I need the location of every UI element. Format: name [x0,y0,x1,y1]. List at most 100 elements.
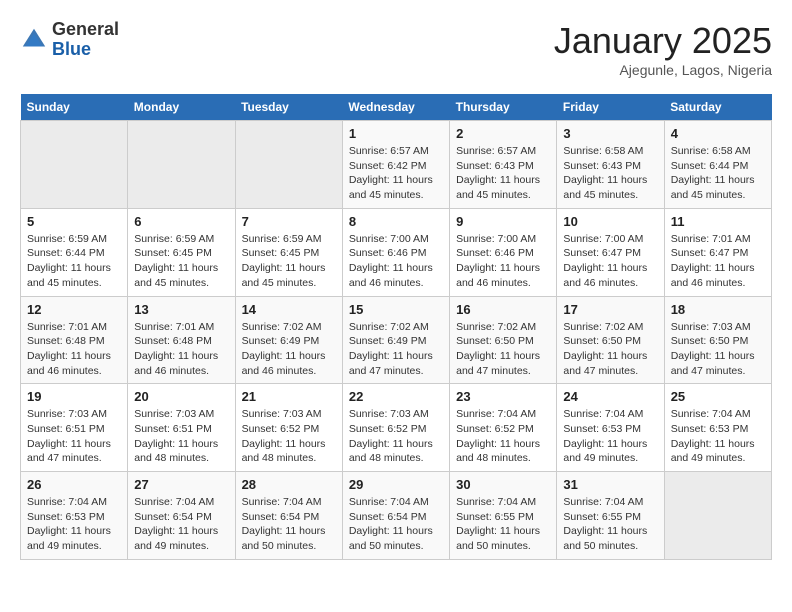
calendar-cell: 3Sunrise: 6:58 AMSunset: 6:43 PMDaylight… [557,121,664,209]
day-info: Sunrise: 7:04 AMSunset: 6:53 PMDaylight:… [27,495,121,554]
calendar-cell: 30Sunrise: 7:04 AMSunset: 6:55 PMDayligh… [450,472,557,560]
calendar-cell: 21 Sunrise: 7:03 AMSunset: 6:52 PMDayligh… [235,384,342,472]
calendar-week-4: 19 Sunrise: 7:03 AMSunset: 6:51 PMDayligh… [21,384,772,472]
weekday-header-sunday: Sunday [21,94,128,121]
weekday-header-monday: Monday [128,94,235,121]
day-number: 29 [349,477,443,492]
day-number: 31 [563,477,657,492]
calendar-cell: 28 Sunrise: 7:04 AMSunset: 6:54 PMDayligh… [235,472,342,560]
weekday-header-thursday: Thursday [450,94,557,121]
calendar-cell [235,121,342,209]
day-info: Sunrise: 7:04 AMSunset: 6:53 PMDaylight:… [563,407,657,466]
day-info: Sunrise: 7:02 AMSunset: 6:50 PMDaylight:… [563,320,657,379]
day-number: 13 [134,302,228,317]
day-info: Sunrise: 7:01 AMSunset: 6:48 PMDaylight:… [27,320,121,379]
day-info: Sunrise: 7:02 AMSunset: 6:50 PMDaylight:… [456,320,550,379]
logo: General Blue [20,20,119,60]
calendar-cell: 1Sunrise: 6:57 AMSunset: 6:42 PMDaylight… [342,121,449,209]
weekday-header-wednesday: Wednesday [342,94,449,121]
day-number: 25 [671,389,765,404]
day-info: Sunrise: 7:03 AMSunset: 6:51 PMDaylight:… [134,407,228,466]
weekday-header-row: SundayMondayTuesdayWednesdayThursdayFrid… [21,94,772,121]
logo-blue: Blue [52,39,91,59]
calendar-table: SundayMondayTuesdayWednesdayThursdayFrid… [20,94,772,560]
day-number: 26 [27,477,121,492]
day-number: 9 [456,214,550,229]
weekday-header-friday: Friday [557,94,664,121]
day-info: Sunrise: 7:01 AMSunset: 6:47 PMDaylight:… [671,232,765,291]
day-info: Sunrise: 6:59 AMSunset: 6:45 PMDaylight:… [134,232,228,291]
day-info: Sunrise: 7:04 AMSunset: 6:52 PMDaylight:… [456,407,550,466]
calendar-cell: 27Sunrise: 7:04 AMSunset: 6:54 PMDayligh… [128,472,235,560]
day-info: Sunrise: 7:02 AMSunset: 6:49 PMDaylight:… [242,320,336,379]
day-info: Sunrise: 7:03 AMSunset: 6:52 PMDaylight:… [242,407,336,466]
day-info: Sunrise: 7:03 AMSunset: 6:51 PMDaylight:… [27,407,121,466]
day-number: 5 [27,214,121,229]
day-info: Sunrise: 7:04 AMSunset: 6:54 PMDaylight:… [134,495,228,554]
calendar-cell: 18Sunrise: 7:03 AMSunset: 6:50 PMDayligh… [664,296,771,384]
day-number: 10 [563,214,657,229]
day-number: 1 [349,126,443,141]
calendar-cell: 12 Sunrise: 7:01 AMSunset: 6:48 PMDayligh… [21,296,128,384]
calendar-cell: 7 Sunrise: 6:59 AMSunset: 6:45 PMDaylight… [235,208,342,296]
day-number: 17 [563,302,657,317]
calendar-cell: 6Sunrise: 6:59 AMSunset: 6:45 PMDaylight… [128,208,235,296]
day-number: 15 [349,302,443,317]
calendar-cell [128,121,235,209]
weekday-header-tuesday: Tuesday [235,94,342,121]
weekday-header-saturday: Saturday [664,94,771,121]
calendar-cell: 23 Sunrise: 7:04 AMSunset: 6:52 PMDayligh… [450,384,557,472]
calendar-cell: 31 Sunrise: 7:04 AMSunset: 6:55 PMDayligh… [557,472,664,560]
calendar-week-1: 1Sunrise: 6:57 AMSunset: 6:42 PMDaylight… [21,121,772,209]
month-title: January 2025 [554,20,772,62]
calendar-cell: 16 Sunrise: 7:02 AMSunset: 6:50 PMDayligh… [450,296,557,384]
calendar-cell: 4 Sunrise: 6:58 AMSunset: 6:44 PMDaylight… [664,121,771,209]
day-number: 11 [671,214,765,229]
day-number: 22 [349,389,443,404]
calendar-cell: 2Sunrise: 6:57 AMSunset: 6:43 PMDaylight… [450,121,557,209]
day-info: Sunrise: 6:57 AMSunset: 6:43 PMDaylight:… [456,144,550,203]
day-number: 12 [27,302,121,317]
day-info: Sunrise: 6:59 AMSunset: 6:45 PMDaylight:… [242,232,336,291]
day-info: Sunrise: 7:02 AMSunset: 6:49 PMDaylight:… [349,320,443,379]
day-info: Sunrise: 7:04 AMSunset: 6:54 PMDaylight:… [242,495,336,554]
day-number: 18 [671,302,765,317]
day-info: Sunrise: 6:58 AMSunset: 6:44 PMDaylight:… [671,144,765,203]
day-number: 7 [242,214,336,229]
calendar-cell: 22 Sunrise: 7:03 AMSunset: 6:52 PMDayligh… [342,384,449,472]
calendar-cell [21,121,128,209]
calendar-cell: 19 Sunrise: 7:03 AMSunset: 6:51 PMDayligh… [21,384,128,472]
calendar-cell: 8Sunrise: 7:00 AMSunset: 6:46 PMDaylight… [342,208,449,296]
location-subtitle: Ajegunle, Lagos, Nigeria [554,62,772,78]
day-info: Sunrise: 7:00 AMSunset: 6:46 PMDaylight:… [349,232,443,291]
day-number: 14 [242,302,336,317]
day-info: Sunrise: 7:04 AMSunset: 6:54 PMDaylight:… [349,495,443,554]
day-info: Sunrise: 7:03 AMSunset: 6:52 PMDaylight:… [349,407,443,466]
calendar-cell: 24 Sunrise: 7:04 AMSunset: 6:53 PMDayligh… [557,384,664,472]
day-number: 19 [27,389,121,404]
day-number: 23 [456,389,550,404]
day-info: Sunrise: 7:01 AMSunset: 6:48 PMDaylight:… [134,320,228,379]
day-number: 28 [242,477,336,492]
calendar-week-2: 5Sunrise: 6:59 AMSunset: 6:44 PMDaylight… [21,208,772,296]
calendar-cell: 14 Sunrise: 7:02 AMSunset: 6:49 PMDayligh… [235,296,342,384]
calendar-cell: 10 Sunrise: 7:00 AMSunset: 6:47 PMDayligh… [557,208,664,296]
day-info: Sunrise: 7:04 AMSunset: 6:55 PMDaylight:… [563,495,657,554]
page-header: General Blue January 2025 Ajegunle, Lago… [20,20,772,78]
calendar-cell: 11 Sunrise: 7:01 AMSunset: 6:47 PMDayligh… [664,208,771,296]
calendar-cell: 5Sunrise: 6:59 AMSunset: 6:44 PMDaylight… [21,208,128,296]
day-number: 24 [563,389,657,404]
day-number: 30 [456,477,550,492]
day-number: 4 [671,126,765,141]
calendar-cell: 15 Sunrise: 7:02 AMSunset: 6:49 PMDayligh… [342,296,449,384]
logo-general: General [52,19,119,39]
day-number: 16 [456,302,550,317]
day-info: Sunrise: 7:00 AMSunset: 6:46 PMDaylight:… [456,232,550,291]
day-number: 21 [242,389,336,404]
day-info: Sunrise: 7:04 AMSunset: 6:53 PMDaylight:… [671,407,765,466]
day-number: 3 [563,126,657,141]
calendar-week-5: 26 Sunrise: 7:04 AMSunset: 6:53 PMDayligh… [21,472,772,560]
logo-text: General Blue [52,20,119,60]
calendar-cell: 13 Sunrise: 7:01 AMSunset: 6:48 PMDayligh… [128,296,235,384]
day-info: Sunrise: 7:00 AMSunset: 6:47 PMDaylight:… [563,232,657,291]
